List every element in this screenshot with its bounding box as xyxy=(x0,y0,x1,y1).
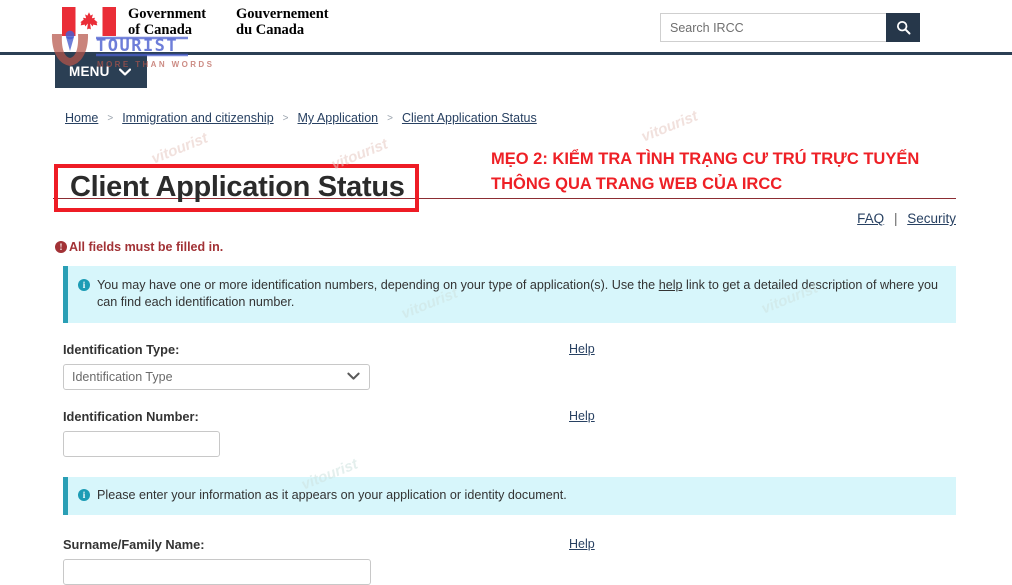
breadcrumb-item-immigration[interactable]: Immigration and citizenship xyxy=(122,111,273,125)
site-search xyxy=(660,13,920,42)
identification-type-field: Identification Type: Help Identification… xyxy=(63,342,952,390)
identification-number-help-link[interactable]: Help xyxy=(569,409,595,423)
brand-wordmark-english: Government of Canada xyxy=(128,6,228,38)
page-title: Client Application Status xyxy=(54,164,419,213)
identification-number-input[interactable] xyxy=(63,431,220,457)
personal-info-alert-text: Please enter your information as it appe… xyxy=(97,488,567,502)
identification-type-select[interactable]: Identification Type xyxy=(63,364,370,390)
breadcrumb-item-client-application-status[interactable]: Client Application Status xyxy=(402,111,537,125)
brand-fr-line1: Gouvernement xyxy=(236,6,329,22)
utility-links-divider: | xyxy=(893,211,898,226)
chevron-down-icon xyxy=(118,68,131,76)
identification-info-alert-text: You may have one or more identification … xyxy=(97,277,942,311)
brand-wordmark-french: Gouvernement du Canada xyxy=(236,6,329,38)
brand-fr-line2: du Canada xyxy=(236,22,305,38)
breadcrumb-separator: > xyxy=(387,112,393,124)
annotation-line-1: MẸO 2: KIỂM TRA TÌNH TRẠNG CƯ TRÚ TRỰC T… xyxy=(491,150,920,168)
breadcrumb-item-my-application[interactable]: My Application xyxy=(298,111,379,125)
identification-info-alert: i You may have one or more identificatio… xyxy=(63,266,956,323)
identification-type-label: Identification Type: xyxy=(63,342,180,357)
form-error-message: ! All fields must be filled in. xyxy=(55,240,952,254)
utility-links: FAQ | Security xyxy=(65,211,956,226)
info-circle-icon: i xyxy=(78,489,90,501)
breadcrumb-separator: > xyxy=(282,112,289,124)
exclamation-circle-icon: ! xyxy=(55,241,67,253)
search-button[interactable] xyxy=(886,13,920,42)
site-header: Government of Canada Gouvernement du Can… xyxy=(0,0,1012,55)
identification-number-field: Identification Number: Help xyxy=(63,409,952,457)
brand-en-line2: of Canada xyxy=(128,22,193,38)
brand-wordmark: Government of Canada Gouvernement du Can… xyxy=(128,6,329,38)
breadcrumb-item-home[interactable]: Home xyxy=(65,111,98,125)
menu-button[interactable]: MENU xyxy=(55,55,147,88)
government-of-canada-brand: Government of Canada Gouvernement du Can… xyxy=(62,6,329,38)
alert-text-before-link: You may have one or more identification … xyxy=(97,278,659,292)
surname-help-link[interactable]: Help xyxy=(569,537,595,551)
search-icon xyxy=(896,20,910,35)
security-link[interactable]: Security xyxy=(907,211,956,226)
form-error-text: All fields must be filled in. xyxy=(69,240,224,254)
breadcrumb: Home > Immigration and citizenship > My … xyxy=(65,111,952,125)
personal-info-alert: i Please enter your information as it ap… xyxy=(63,477,956,515)
canada-flag-icon xyxy=(62,7,116,36)
annotation-line-2: THÔNG QUA TRANG WEB CỦA IRCC xyxy=(491,175,783,193)
identification-type-select-wrap: Identification Type xyxy=(63,364,370,390)
surname-field: Surname/Family Name: Help xyxy=(63,537,952,585)
help-inline-link[interactable]: help xyxy=(659,278,683,292)
breadcrumb-separator: > xyxy=(107,112,114,124)
main-menu-band: MENU xyxy=(0,55,1012,88)
brand-en-line1: Government xyxy=(128,6,207,22)
annotation-callout: MẸO 2: KIỂM TRA TÌNH TRẠNG CƯ TRÚ TRỰC T… xyxy=(491,147,919,197)
identification-number-label: Identification Number: xyxy=(63,409,199,424)
faq-link[interactable]: FAQ xyxy=(857,211,884,226)
menu-button-label: MENU xyxy=(69,64,110,79)
identification-type-help-link[interactable]: Help xyxy=(569,342,595,356)
search-input[interactable] xyxy=(660,13,886,42)
surname-input[interactable] xyxy=(63,559,371,585)
surname-label: Surname/Family Name: xyxy=(63,537,205,552)
info-circle-icon: i xyxy=(78,279,90,291)
title-row: Client Application Status MẸO 2: KIỂM TR… xyxy=(54,145,952,213)
page-content: Home > Immigration and citizenship > My … xyxy=(0,111,1012,585)
